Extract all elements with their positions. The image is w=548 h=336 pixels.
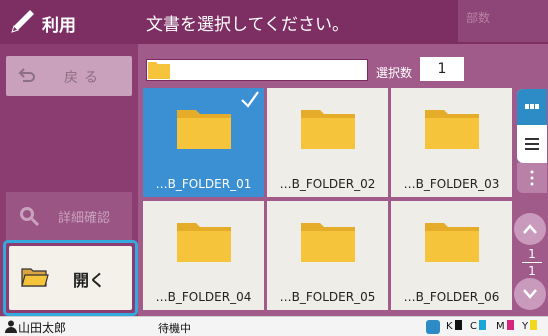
thumbnail-view-icon <box>525 104 539 109</box>
folder-tile[interactable]: …B_FOLDER_04 <box>143 201 264 310</box>
sidebar-title: 利用 <box>42 16 76 36</box>
copies-label: 部数 <box>466 11 491 25</box>
ink-y: Y <box>522 320 538 332</box>
page-up-button[interactable] <box>514 213 546 245</box>
page-down-button[interactable] <box>514 278 546 310</box>
open-button[interactable]: 開く <box>9 246 132 310</box>
folder-label: …B_FOLDER_06 <box>403 290 500 304</box>
sidebar-title-bar: 利用 <box>0 0 138 44</box>
network-icon <box>426 320 440 334</box>
ink-k-label: K <box>446 321 453 332</box>
ink-y-label: Y <box>522 321 529 332</box>
folder-icon <box>177 223 231 262</box>
machine-state: 待機中 <box>158 322 191 335</box>
folder-tile[interactable]: …B_FOLDER_03 <box>391 88 512 197</box>
folder-icon <box>425 110 479 149</box>
back-label: 戻る <box>64 70 104 86</box>
ink-c-label: C <box>470 321 477 332</box>
ink-m-level <box>506 320 514 330</box>
page-title: 文書を選択してください。 <box>146 15 349 35</box>
folder-label: …B_FOLDER_02 <box>279 177 376 191</box>
folder-label: …B_FOLDER_03 <box>403 177 500 191</box>
folder-icon <box>177 110 231 149</box>
path-field[interactable] <box>146 59 368 81</box>
ink-y-level <box>530 320 538 330</box>
folder-icon <box>425 223 479 262</box>
page-current: 1 <box>528 247 536 261</box>
ink-m: M <box>496 320 514 332</box>
back-button[interactable]: 戻る <box>6 56 132 96</box>
copies-button[interactable]: 部数 <box>458 0 548 42</box>
detail-button[interactable]: 詳細確認 <box>6 192 132 240</box>
user-name: 山田太郎 <box>18 321 67 335</box>
user-icon <box>5 320 17 333</box>
ink-c: C <box>470 320 486 332</box>
folder-grid: …B_FOLDER_01 …B_FOLDER_02 …B_FOLDER_03 …… <box>143 88 515 312</box>
open-label: 開く <box>73 271 106 290</box>
folder-tile[interactable]: …B_FOLDER_06 <box>391 201 512 310</box>
status-bar: 山田太郎 待機中 K C M Y <box>0 316 548 336</box>
ink-c-level <box>478 320 486 330</box>
magnifier-icon <box>20 207 40 227</box>
page-indicator: 1 1 <box>519 248 545 277</box>
more-button[interactable] <box>517 163 547 193</box>
pencil-icon <box>11 10 34 33</box>
folder-icon <box>301 110 355 149</box>
header-bar: 文書を選択してください。 部数 <box>138 0 548 44</box>
ink-k-level <box>454 320 462 330</box>
folder-tile[interactable]: …B_FOLDER_01 <box>143 88 264 197</box>
folder-icon <box>301 223 355 262</box>
ink-m-label: M <box>496 321 505 332</box>
thumbnail-view-button[interactable] <box>517 89 547 125</box>
chevron-up-icon <box>523 224 537 234</box>
folder-label: …B_FOLDER_04 <box>155 290 252 304</box>
more-icon <box>530 170 534 186</box>
folder-label: …B_FOLDER_05 <box>279 290 376 304</box>
checkmark-icon <box>241 91 259 108</box>
chevron-down-icon <box>523 289 537 299</box>
selected-count-label: 選択数 <box>376 66 413 80</box>
ink-k: K <box>446 320 462 332</box>
list-view-icon[interactable] <box>519 130 545 158</box>
folder-tile[interactable]: …B_FOLDER_05 <box>267 201 388 310</box>
folder-label: …B_FOLDER_01 <box>155 177 252 191</box>
back-arrow-icon <box>18 68 35 82</box>
page-divider <box>522 262 542 263</box>
folder-icon <box>148 62 170 79</box>
selected-count: 1 <box>420 57 464 81</box>
folder-tile[interactable]: …B_FOLDER_02 <box>267 88 388 197</box>
open-folder-icon <box>21 268 49 287</box>
page-total: 1 <box>528 264 536 278</box>
detail-label: 詳細確認 <box>58 211 111 226</box>
